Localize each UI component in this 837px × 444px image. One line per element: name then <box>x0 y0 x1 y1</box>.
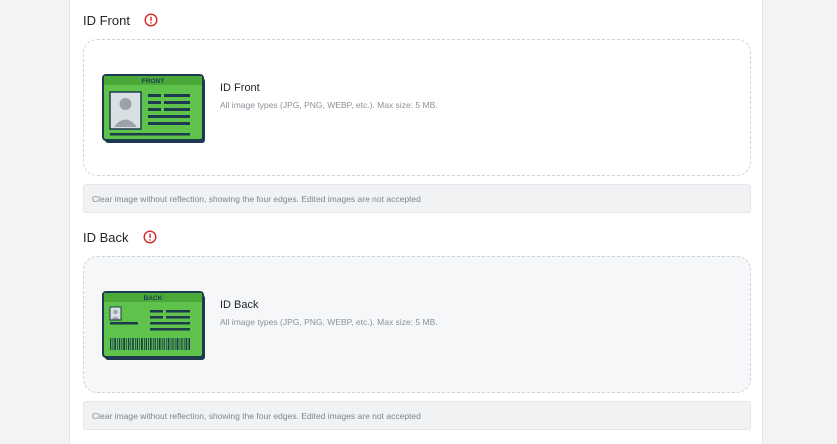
id-front-dropzone-title: ID Front <box>220 82 260 94</box>
alert-circle-icon <box>143 230 157 244</box>
id-front-label-row: ID Front <box>83 9 751 31</box>
id-front-label: ID Front <box>83 12 130 28</box>
id-back-dropzone-text: ID Back All image types (JPG, PNG, WEBP,… <box>220 298 438 328</box>
id-back-dropzone[interactable]: BACK ID Back All image types (JPG, PNG, … <box>83 256 751 393</box>
id-card-back-icon: BACK <box>102 291 205 360</box>
id-back-label: ID Back <box>83 229 129 245</box>
id-front-section: ID Front FRONT ID Front All image types … <box>83 9 751 213</box>
id-front-note: Clear image without reflection, showing … <box>83 184 751 213</box>
front-card-word: FRONT <box>142 78 164 85</box>
barcode <box>110 338 190 350</box>
id-front-dropzone-hint: All image types (JPG, PNG, WEBP, etc.). … <box>220 100 438 110</box>
id-back-note: Clear image without reflection, showing … <box>83 401 751 430</box>
id-front-dropzone-text: ID Front All image types (JPG, PNG, WEBP… <box>220 81 438 111</box>
id-back-dropzone-hint: All image types (JPG, PNG, WEBP, etc.). … <box>220 317 438 327</box>
back-card-word: BACK <box>144 295 163 302</box>
id-card-front-icon: FRONT <box>102 74 205 143</box>
id-front-dropzone[interactable]: FRONT ID Front All image types (JPG, PNG… <box>83 39 751 176</box>
id-back-section: ID Back BACK ID Back All image types (JP… <box>83 226 751 430</box>
id-back-dropzone-title: ID Back <box>220 299 259 311</box>
alert-circle-icon <box>144 13 158 27</box>
upload-panel: ID Front FRONT ID Front All image types … <box>69 0 763 444</box>
id-back-label-row: ID Back <box>83 226 751 248</box>
